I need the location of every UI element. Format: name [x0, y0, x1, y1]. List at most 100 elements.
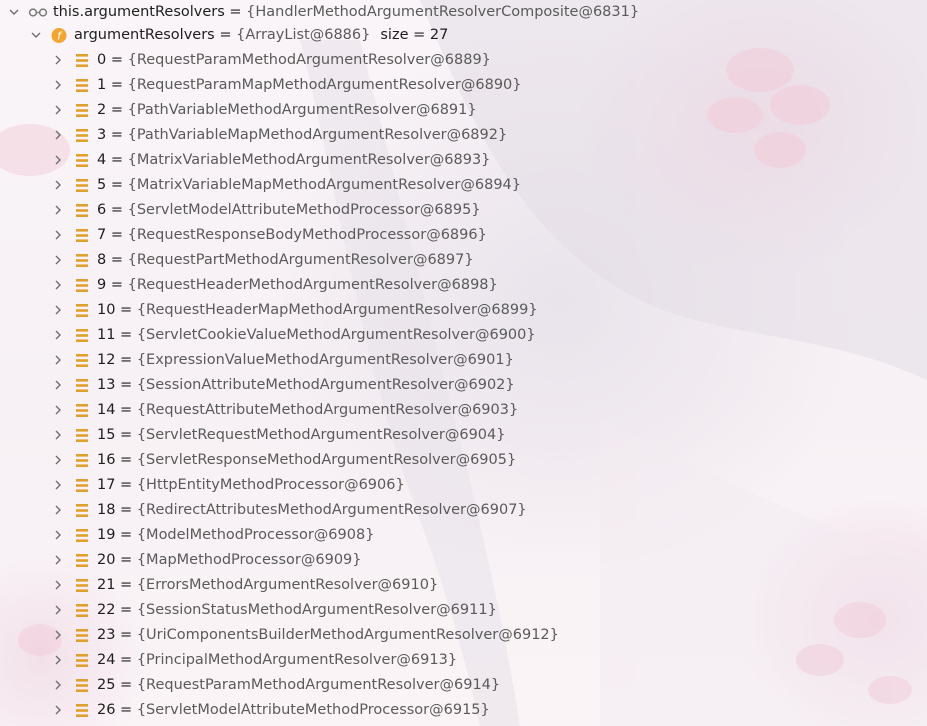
list-item-text: 17 = {HttpEntityMethodProcessor@6906} [97, 473, 405, 498]
list-item-index: 11 [97, 327, 116, 343]
chevron-right-icon[interactable] [52, 123, 66, 148]
list-item-index: 19 [97, 527, 116, 543]
list-item-value: {SessionStatusMethodArgumentResolver@691… [136, 602, 497, 618]
list-item[interactable]: 5 = {MatrixVariableMapMethodArgumentReso… [0, 173, 927, 198]
equals-sign: = [115, 352, 137, 368]
list-element-icon [74, 198, 90, 223]
chevron-right-icon[interactable] [52, 323, 66, 348]
list-item[interactable]: 2 = {PathVariableMethodArgumentResolver@… [0, 98, 927, 123]
list-element-icon [74, 348, 90, 373]
list-item[interactable]: 1 = {RequestParamMapMethodArgumentResolv… [0, 73, 927, 98]
list-item[interactable]: 14 = {RequestAttributeMethodArgumentReso… [0, 398, 927, 423]
list-item[interactable]: 17 = {HttpEntityMethodProcessor@6906} [0, 473, 927, 498]
chevron-right-icon[interactable] [52, 573, 66, 598]
equals-sign: = [115, 427, 137, 443]
list-item-text: 25 = {RequestParamMethodArgumentResolver… [97, 673, 500, 698]
list-item-value: {RequestParamMethodArgumentResolver@6914… [136, 677, 501, 693]
chevron-right-icon[interactable] [52, 273, 66, 298]
list-element-icon [74, 673, 90, 698]
chevron-right-icon[interactable] [52, 498, 66, 523]
list-element-icon [74, 648, 90, 673]
chevron-right-icon[interactable] [52, 348, 66, 373]
equals-sign: = [115, 477, 137, 493]
list-item-text: 8 = {RequestPartMethodArgumentResolver@6… [97, 248, 474, 273]
list-item[interactable]: 12 = {ExpressionValueMethodArgumentResol… [0, 348, 927, 373]
list-item-index: 12 [97, 352, 116, 368]
equals-sign: = [115, 602, 137, 618]
chevron-right-icon[interactable] [52, 173, 66, 198]
list-item[interactable]: 25 = {RequestParamMethodArgumentResolver… [0, 673, 927, 698]
list-item[interactable]: 11 = {ServletCookieValueMethodArgumentRe… [0, 323, 927, 348]
list-element-icon [74, 598, 90, 623]
list-item[interactable]: 15 = {ServletRequestMethodArgumentResolv… [0, 423, 927, 448]
list-item[interactable]: 24 = {PrincipalMethodArgumentResolver@69… [0, 648, 927, 673]
list-item-index: 17 [97, 477, 116, 493]
list-element-icon [74, 398, 90, 423]
list-item[interactable]: 4 = {MatrixVariableMethodArgumentResolve… [0, 148, 927, 173]
chevron-right-icon[interactable] [52, 48, 66, 73]
list-item[interactable]: 8 = {RequestPartMethodArgumentResolver@6… [0, 248, 927, 273]
list-item-text: 3 = {PathVariableMapMethodArgumentResolv… [97, 123, 507, 148]
list-item[interactable]: 26 = {ServletModelAttributeMethodProcess… [0, 698, 927, 723]
list-item-text: 19 = {ModelMethodProcessor@6908} [97, 523, 374, 548]
equals-sign: = [115, 677, 137, 693]
chevron-right-icon[interactable] [52, 648, 66, 673]
list-item[interactable]: 23 = {UriComponentsBuilderMethodArgument… [0, 623, 927, 648]
list-item-value: {MatrixVariableMapMethodArgumentResolver… [127, 177, 522, 193]
equals-sign: = [106, 77, 128, 93]
list-element-icon [74, 98, 90, 123]
list-item[interactable]: 16 = {ServletResponseMethodArgumentResol… [0, 448, 927, 473]
chevron-down-icon[interactable] [30, 23, 44, 48]
list-item-value: {UriComponentsBuilderMethodArgumentResol… [136, 627, 559, 643]
list-item-value: {ServletRequestMethodArgumentResolver@69… [136, 427, 506, 443]
list-item[interactable]: 20 = {MapMethodProcessor@6909} [0, 548, 927, 573]
chevron-right-icon[interactable] [52, 698, 66, 723]
list-item[interactable]: 19 = {ModelMethodProcessor@6908} [0, 523, 927, 548]
list-item[interactable]: 22 = {SessionStatusMethodArgumentResolve… [0, 598, 927, 623]
list-item[interactable]: 0 = {RequestParamMethodArgumentResolver@… [0, 48, 927, 73]
chevron-right-icon[interactable] [52, 73, 66, 98]
list-item[interactable]: 9 = {RequestHeaderMethodArgumentResolver… [0, 273, 927, 298]
chevron-right-icon[interactable] [52, 448, 66, 473]
chevron-right-icon[interactable] [52, 223, 66, 248]
tree-row-root[interactable]: this.argumentResolvers = {HandlerMethodA… [0, 0, 927, 25]
chevron-right-icon[interactable] [52, 373, 66, 398]
chevron-right-icon[interactable] [52, 623, 66, 648]
list-item-text: 2 = {PathVariableMethodArgumentResolver@… [97, 98, 477, 123]
list-item-value: {RequestHeaderMapMethodArgumentResolver@… [136, 302, 538, 318]
chevron-right-icon[interactable] [52, 198, 66, 223]
list-element-icon [74, 448, 90, 473]
list-item[interactable]: 10 = {RequestHeaderMapMethodArgumentReso… [0, 298, 927, 323]
chevron-right-icon[interactable] [52, 398, 66, 423]
list-item-text: 10 = {RequestHeaderMapMethodArgumentReso… [97, 298, 538, 323]
list-item-index: 21 [97, 577, 116, 593]
chevron-down-icon[interactable] [8, 0, 22, 25]
chevron-right-icon[interactable] [52, 423, 66, 448]
list-item-text: 11 = {ServletCookieValueMethodArgumentRe… [97, 323, 536, 348]
list-item[interactable]: 18 = {RedirectAttributesMethodArgumentRe… [0, 498, 927, 523]
chevron-right-icon[interactable] [52, 248, 66, 273]
list-item[interactable]: 13 = {SessionAttributeMethodArgumentReso… [0, 373, 927, 398]
list-item-value: {RequestResponseBodyMethodProcessor@6896… [127, 227, 487, 243]
list-item-text: 21 = {ErrorsMethodArgumentResolver@6910} [97, 573, 438, 598]
list-item[interactable]: 7 = {RequestResponseBodyMethodProcessor@… [0, 223, 927, 248]
chevron-right-icon[interactable] [52, 598, 66, 623]
list-item[interactable]: 21 = {ErrorsMethodArgumentResolver@6910} [0, 573, 927, 598]
chevron-right-icon[interactable] [52, 98, 66, 123]
list-item[interactable]: 3 = {PathVariableMapMethodArgumentResolv… [0, 123, 927, 148]
list-item-value: {MapMethodProcessor@6909} [136, 552, 362, 568]
chevron-right-icon[interactable] [52, 523, 66, 548]
chevron-right-icon[interactable] [52, 548, 66, 573]
list-item[interactable]: 6 = {ServletModelAttributeMethodProcesso… [0, 198, 927, 223]
chevron-right-icon[interactable] [52, 473, 66, 498]
list-item-text: 4 = {MatrixVariableMethodArgumentResolve… [97, 148, 490, 173]
equals-sign: = [115, 402, 137, 418]
chevron-right-icon[interactable] [52, 673, 66, 698]
chevron-right-icon[interactable] [52, 298, 66, 323]
tree-row-argument-resolvers[interactable]: f argumentResolvers = {ArrayList@6886} si… [0, 23, 927, 48]
equals-sign: = [106, 177, 128, 193]
chevron-right-icon[interactable] [52, 148, 66, 173]
list-element-icon [74, 698, 90, 723]
list-item-text: 6 = {ServletModelAttributeMethodProcesso… [97, 198, 481, 223]
list-element-icon [74, 573, 90, 598]
